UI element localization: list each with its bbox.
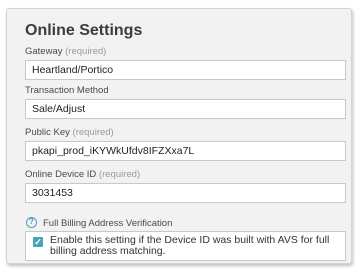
avs-label: Full Billing Address Verification <box>43 218 173 229</box>
public-key-field[interactable]: pkapi_prod_iKYWkUfdv8IFZXxa7L <box>25 141 346 161</box>
public-key-label: Public Key (required) <box>25 127 114 138</box>
public-key-required-note: (required) <box>72 127 114 138</box>
gateway-required-note: (required) <box>65 46 107 57</box>
gateway-label-text: Gateway <box>25 46 63 57</box>
online-device-id-label-text: Online Device ID <box>25 169 97 180</box>
question-circle-icon[interactable]: ? <box>26 217 37 228</box>
transaction-method-label: Transaction Method <box>25 85 109 96</box>
online-device-id-label: Online Device ID (required) <box>25 169 140 180</box>
online-settings-panel: Online Settings Gateway (required) Heart… <box>6 8 352 264</box>
gateway-field[interactable]: Heartland/Portico <box>25 60 346 80</box>
avs-checkbox[interactable]: ✓ <box>33 237 43 247</box>
online-device-id-required-note: (required) <box>98 169 141 180</box>
panel-title: Online Settings <box>25 22 143 39</box>
gateway-label: Gateway (required) <box>25 46 106 57</box>
public-key-label-text: Public Key <box>25 127 70 138</box>
avs-description: Enable this setting if the Device ID was… <box>50 234 330 257</box>
avs-checkbox-row[interactable]: ✓ Enable this setting if the Device ID w… <box>25 231 346 261</box>
online-device-id-field[interactable]: 3031453 <box>25 183 346 203</box>
checkmark-icon: ✓ <box>34 237 42 247</box>
transaction-method-field[interactable]: Sale/Adjust <box>25 99 346 119</box>
